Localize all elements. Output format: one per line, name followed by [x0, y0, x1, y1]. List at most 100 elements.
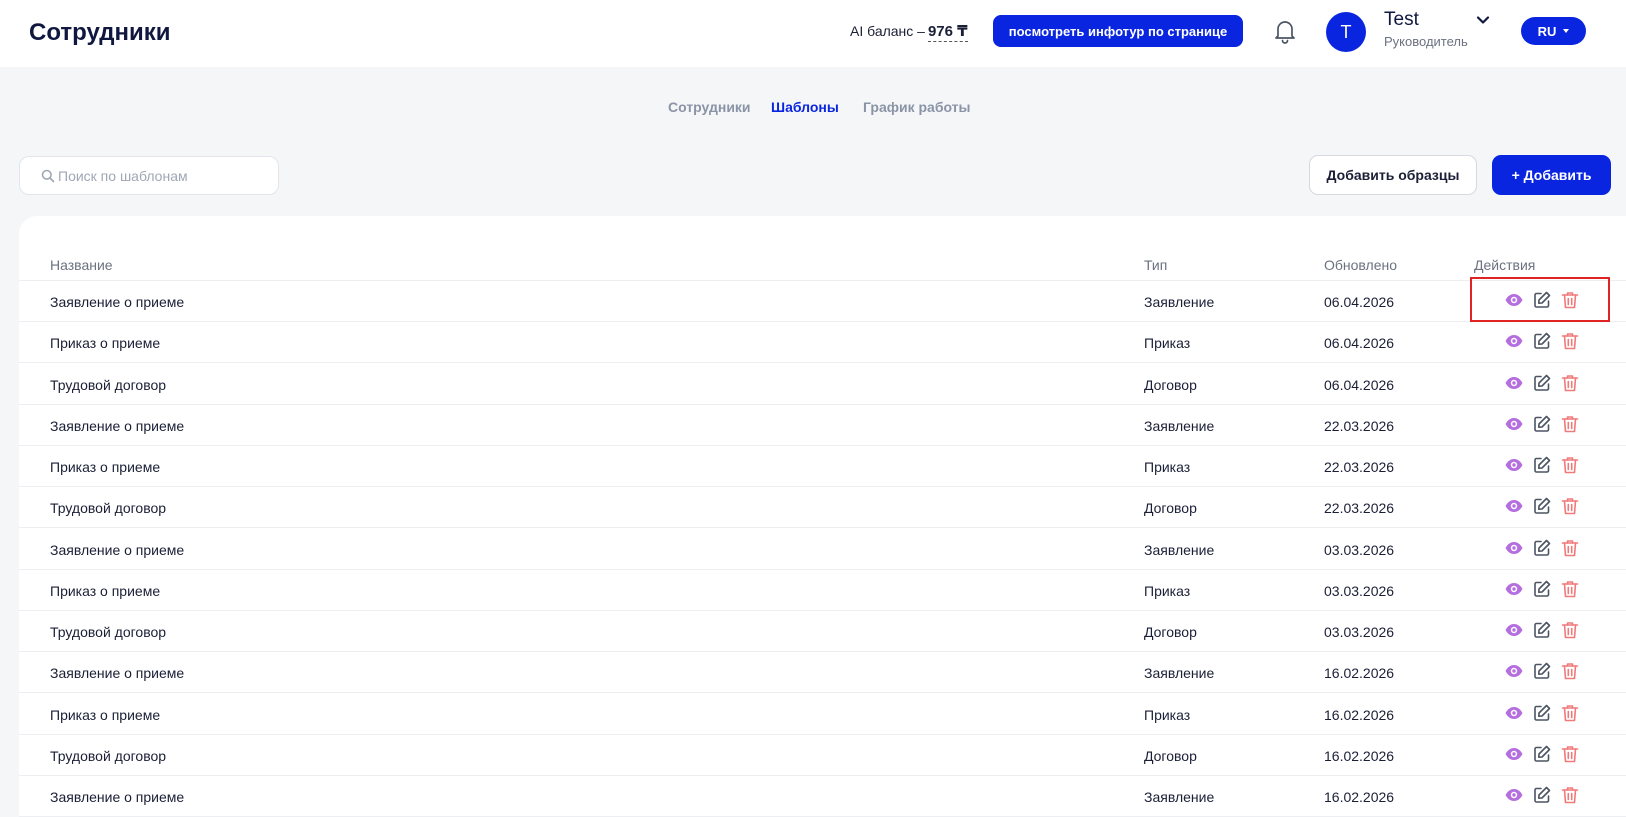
cell-updated: 16.02.2026	[1324, 706, 1395, 723]
eye-icon[interactable]	[1504, 579, 1524, 599]
cell-name: Приказ о приеме	[50, 706, 161, 723]
cell-type: Заявление	[1144, 417, 1215, 434]
edit-icon[interactable]	[1532, 661, 1552, 681]
eye-icon[interactable]	[1504, 496, 1524, 516]
search-box	[19, 156, 279, 195]
table-row: Заявление о приеме Заявление 16.02.2026	[19, 776, 1626, 817]
cell-type: Заявление	[1144, 665, 1215, 682]
add-samples-button[interactable]: Добавить образцы	[1309, 155, 1477, 195]
row-actions	[1504, 331, 1594, 353]
edit-icon[interactable]	[1532, 538, 1552, 558]
cell-type: Договор	[1144, 747, 1197, 764]
search-input[interactable]	[58, 157, 268, 194]
eye-icon[interactable]	[1504, 455, 1524, 475]
info-tour-button[interactable]: посмотреть инфотур по странице	[993, 15, 1243, 47]
row-actions	[1504, 579, 1594, 601]
trash-icon[interactable]	[1560, 373, 1580, 393]
cell-updated: 16.02.2026	[1324, 789, 1395, 805]
edit-icon[interactable]	[1532, 703, 1552, 723]
cell-type: Договор	[1144, 500, 1197, 517]
table-row: Трудовой договор Договор 06.04.2026	[19, 364, 1626, 405]
table-row: Приказ о приеме Приказ 16.02.2026	[19, 694, 1626, 735]
table-row: Заявление о приеме Заявление 22.03.2026	[19, 405, 1626, 446]
trash-icon[interactable]	[1560, 290, 1580, 310]
edit-icon[interactable]	[1532, 414, 1552, 434]
cell-name: Заявление о приеме	[50, 294, 185, 310]
bell-icon[interactable]	[1273, 18, 1297, 44]
cell-type: Приказ	[1144, 582, 1191, 599]
language-selector[interactable]: RU	[1521, 17, 1586, 45]
eye-icon[interactable]	[1504, 414, 1524, 434]
tab-employees[interactable]: Сотрудники	[668, 96, 751, 118]
trash-icon[interactable]	[1560, 703, 1580, 723]
edit-icon[interactable]	[1532, 579, 1552, 599]
column-header-type: Тип	[1144, 257, 1168, 273]
cell-name: Приказ о приеме	[50, 335, 161, 352]
table-row: Трудовой договор Договор 16.02.2026	[19, 735, 1626, 776]
edit-icon[interactable]	[1532, 620, 1552, 640]
table-row: Приказ о приеме Приказ 03.03.2026	[19, 570, 1626, 611]
cell-updated: 03.03.2026	[1324, 624, 1395, 640]
cell-type: Договор	[1144, 624, 1197, 640]
ai-balance-value[interactable]: 976 ₸	[927, 23, 968, 42]
row-actions	[1504, 290, 1594, 312]
eye-icon[interactable]	[1504, 331, 1524, 351]
user-name[interactable]: Test	[1384, 8, 1419, 32]
cell-updated: 22.03.2026	[1324, 459, 1395, 475]
edit-icon[interactable]	[1532, 455, 1552, 475]
section-tabs: Сотрудники Шаблоны График работы	[0, 96, 1626, 118]
trash-icon[interactable]	[1560, 744, 1580, 764]
column-header-updated: Обновлено	[1324, 257, 1398, 273]
trash-icon[interactable]	[1560, 620, 1580, 640]
eye-icon[interactable]	[1504, 744, 1524, 764]
trash-icon[interactable]	[1560, 414, 1580, 434]
eye-icon[interactable]	[1504, 538, 1524, 558]
row-actions	[1504, 661, 1594, 683]
trash-icon[interactable]	[1560, 455, 1580, 475]
eye-icon[interactable]	[1504, 661, 1524, 681]
cell-type: Приказ	[1144, 335, 1191, 352]
cell-name: Приказ о приеме	[50, 582, 161, 599]
trash-icon[interactable]	[1560, 661, 1580, 681]
tab-templates[interactable]: Шаблоны	[771, 96, 839, 118]
eye-icon[interactable]	[1504, 785, 1524, 805]
cell-name: Трудовой договор	[50, 376, 167, 393]
table-row: Приказ о приеме Приказ 06.04.2026	[19, 322, 1626, 364]
page-title: Сотрудники	[29, 19, 171, 46]
row-actions	[1504, 496, 1594, 518]
cell-updated: 06.04.2026	[1324, 335, 1395, 352]
trash-icon[interactable]	[1560, 785, 1580, 805]
tab-work-schedule[interactable]: График работы	[863, 96, 971, 118]
cell-type: Приказ	[1144, 459, 1191, 475]
trash-icon[interactable]	[1560, 331, 1580, 351]
edit-icon[interactable]	[1532, 373, 1552, 393]
trash-icon[interactable]	[1560, 579, 1580, 599]
eye-icon[interactable]	[1504, 290, 1524, 310]
user-avatar[interactable]: T	[1326, 12, 1366, 52]
edit-icon[interactable]	[1532, 785, 1552, 805]
table-row: Трудовой договор Договор 22.03.2026	[19, 487, 1626, 529]
cell-name: Заявление о приеме	[50, 541, 185, 558]
add-button[interactable]: + Добавить	[1492, 155, 1611, 195]
chevron-down-icon[interactable]	[1475, 12, 1491, 28]
row-actions	[1504, 785, 1594, 807]
row-actions	[1504, 538, 1594, 560]
cell-updated: 16.02.2026	[1324, 747, 1395, 764]
search-icon	[41, 169, 55, 183]
user-role: Руководитель	[1384, 34, 1468, 49]
edit-icon[interactable]	[1532, 744, 1552, 764]
cell-name: Заявление о приеме	[50, 789, 185, 805]
trash-icon[interactable]	[1560, 496, 1580, 516]
edit-icon[interactable]	[1532, 331, 1552, 351]
ai-balance: AI баланс –976 ₸	[850, 20, 968, 43]
eye-icon[interactable]	[1504, 620, 1524, 640]
column-header-actions: Действия	[1474, 257, 1536, 273]
eye-icon[interactable]	[1504, 373, 1524, 393]
caret-down-icon	[1563, 29, 1570, 33]
edit-icon[interactable]	[1532, 290, 1552, 310]
trash-icon[interactable]	[1560, 538, 1580, 558]
row-actions	[1504, 414, 1594, 436]
row-actions	[1504, 703, 1594, 725]
edit-icon[interactable]	[1532, 496, 1552, 516]
eye-icon[interactable]	[1504, 703, 1524, 723]
